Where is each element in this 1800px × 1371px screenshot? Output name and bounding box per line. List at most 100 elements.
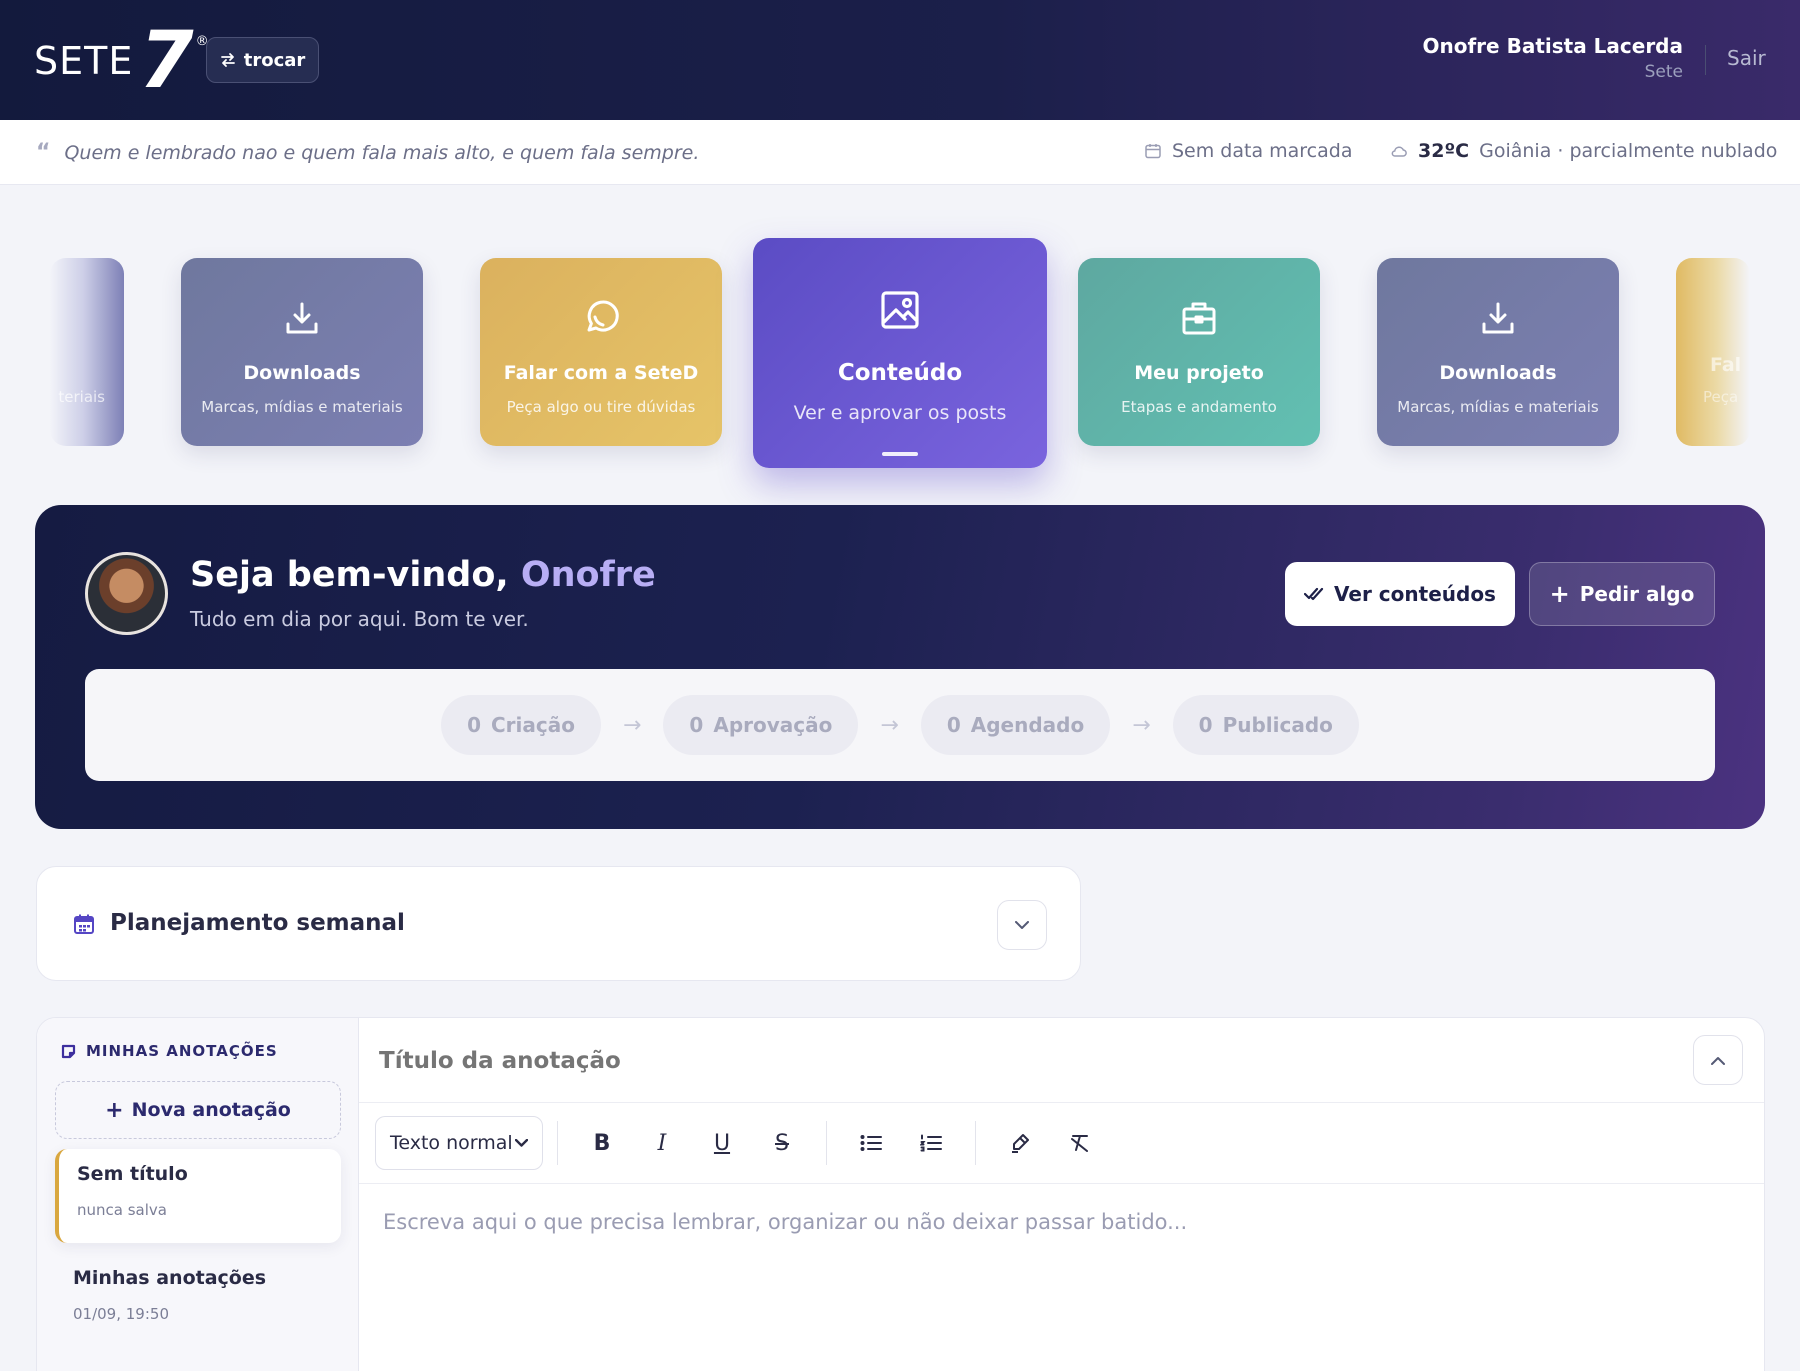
switch-account-button[interactable]: trocar	[206, 37, 319, 83]
toolbar-divider	[826, 1121, 827, 1165]
highlight-button[interactable]	[995, 1118, 1045, 1168]
clear-format-icon	[1071, 1135, 1088, 1152]
date-text: Sem data marcada	[1172, 140, 1353, 162]
bullet-list-icon	[860, 1135, 882, 1151]
card-title: Meu projeto	[1134, 362, 1264, 384]
calendar-icon	[74, 914, 94, 934]
header-divider	[1705, 45, 1706, 75]
whatsapp-icon	[587, 300, 619, 332]
numbered-list-icon	[920, 1134, 942, 1152]
pipeline-published[interactable]: 0 Publicado	[1172, 695, 1359, 755]
card-subtitle: Peça algo ou tire dúvidas	[506, 398, 696, 416]
bold-button[interactable]: B	[577, 1118, 627, 1168]
user-info[interactable]: Onofre Batista Lacerda Sete	[1423, 34, 1684, 82]
partial-card-subtitle: Peça	[1703, 388, 1739, 406]
avatar[interactable]	[85, 552, 168, 635]
welcome-title: Seja bem-vindo, Onofre	[190, 555, 656, 595]
card-my-project[interactable]: Meu projeto Etapas e andamento	[1078, 258, 1320, 446]
notes-panel: MINHAS ANOTAÇÕES + Nova anotação Sem tít…	[36, 1017, 1765, 1371]
pipeline-count: 0	[946, 713, 961, 737]
weather-info: 32ºC Goiânia · parcialmente nublado	[1390, 140, 1777, 162]
card-title: Conteúdo	[837, 360, 963, 386]
highlighter-icon	[1012, 1134, 1029, 1153]
text-style-select[interactable]: Texto normal	[375, 1116, 543, 1170]
card-content-active[interactable]: Conteúdo Ver e aprovar os posts	[753, 238, 1047, 468]
request-button[interactable]: + Pedir algo	[1529, 562, 1715, 626]
notes-sidebar: MINHAS ANOTAÇÕES + Nova anotação Sem tít…	[37, 1018, 359, 1371]
pipeline-label: Agendado	[970, 713, 1085, 737]
pipeline-label: Publicado	[1222, 713, 1333, 737]
pipeline-count: 0	[689, 713, 704, 737]
chevron-down-icon	[515, 1139, 528, 1147]
view-content-label: Ver conteúdos	[1334, 582, 1496, 606]
note-icon	[61, 1044, 76, 1058]
toolbar-divider	[557, 1121, 558, 1165]
italic-icon: I	[657, 1130, 667, 1156]
note-meta: 01/09, 19:50	[73, 1305, 169, 1323]
card-subtitle: Etapas e andamento	[1121, 398, 1277, 416]
expand-planning-button[interactable]	[997, 900, 1047, 950]
card-subtitle: Ver e aprovar os posts	[793, 402, 1007, 424]
active-indicator	[882, 452, 918, 456]
notes-section-title: MINHAS ANOTAÇÕES	[86, 1042, 278, 1060]
arrow-right-icon: →	[1132, 712, 1151, 738]
strikethrough-icon: S	[775, 1130, 789, 1156]
card-title: Downloads	[1439, 362, 1557, 384]
plus-icon: +	[1549, 580, 1570, 608]
pipeline-count: 0	[1198, 713, 1213, 737]
logo-text: SETE	[34, 39, 134, 83]
plus-icon: +	[105, 1097, 124, 1123]
note-title: Minhas anotações	[73, 1267, 267, 1289]
note-title: Sem título	[77, 1163, 188, 1185]
view-content-button[interactable]: Ver conteúdos	[1285, 562, 1515, 626]
underline-button[interactable]: U	[697, 1118, 747, 1168]
pipeline-approval[interactable]: 0 Aprovação	[663, 695, 859, 755]
sete-logo[interactable]: SETE 7 ®	[34, 22, 209, 100]
welcome-hero: Seja bem-vindo, Onofre Tudo em dia por a…	[35, 505, 1765, 829]
quote-icon: “	[36, 140, 51, 165]
note-meta: nunca salva	[77, 1201, 167, 1219]
new-note-button[interactable]: + Nova anotação	[55, 1081, 341, 1139]
numbered-list-button[interactable]	[906, 1118, 956, 1168]
calendar-icon	[1145, 144, 1161, 159]
double-check-icon	[1304, 587, 1324, 601]
date-info: Sem data marcada	[1144, 140, 1352, 162]
pipeline-scheduled[interactable]: 0 Agendado	[920, 695, 1111, 755]
new-note-label: Nova anotação	[131, 1099, 291, 1121]
logout-link[interactable]: Sair	[1727, 46, 1766, 70]
editor-placeholder[interactable]: Escreva aqui o que precisa lembrar, orga…	[383, 1210, 1187, 1234]
card-subtitle: Marcas, mídias e materiais	[1397, 398, 1599, 416]
download-icon	[1482, 302, 1514, 334]
logo-mark: 7	[139, 16, 194, 106]
note-list-item[interactable]: Minhas anotações 01/09, 19:50	[55, 1253, 341, 1347]
request-label: Pedir algo	[1579, 582, 1695, 606]
note-list-item-active[interactable]: Sem título nunca salva	[55, 1149, 341, 1243]
carousel-card-partial-right[interactable]: Fal Peça	[1676, 258, 1750, 446]
weather-text: Goiânia · parcialmente nublado	[1479, 140, 1778, 162]
partial-card-title: Fal	[1710, 354, 1742, 376]
note-title-input[interactable]	[379, 1048, 1379, 1074]
clear-format-button[interactable]	[1055, 1118, 1105, 1168]
card-talk-to-seted[interactable]: Falar com a SeteD Peça algo ou tire dúvi…	[480, 258, 722, 446]
weekly-planning-title: Planejamento semanal	[110, 910, 405, 936]
bullet-list-button[interactable]	[846, 1118, 896, 1168]
card-downloads-repeat[interactable]: Downloads Marcas, mídias e materiais	[1377, 258, 1619, 446]
pipeline-label: Aprovação	[713, 713, 833, 737]
pipeline-count: 0	[467, 713, 481, 737]
swap-icon	[220, 53, 235, 67]
underline-icon: U	[713, 1130, 731, 1156]
user-name: Onofre Batista Lacerda	[1422, 34, 1684, 58]
shortcut-carousel: teriais Downloads Marcas, mídias e mater…	[0, 230, 1800, 500]
card-downloads[interactable]: Downloads Marcas, mídias e materiais	[181, 258, 423, 446]
italic-button[interactable]: I	[637, 1118, 687, 1168]
arrow-right-icon: →	[880, 712, 899, 738]
chevron-down-icon	[1015, 920, 1029, 929]
card-title: Falar com a SeteD	[503, 362, 699, 384]
collapse-notes-button[interactable]	[1693, 1035, 1743, 1085]
note-editor: Texto normal B I U S	[359, 1018, 1764, 1371]
editor-toolbar: Texto normal B I U S	[359, 1102, 1764, 1184]
carousel-card-partial-left[interactable]: teriais	[50, 258, 124, 446]
strikethrough-button[interactable]: S	[757, 1118, 807, 1168]
pipeline-creation[interactable]: 0 Criação	[441, 695, 601, 755]
download-icon	[286, 302, 318, 334]
